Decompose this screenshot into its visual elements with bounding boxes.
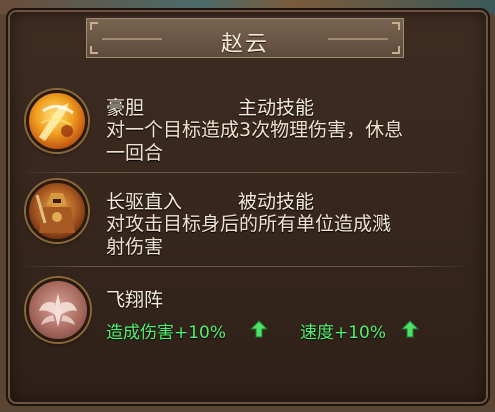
skill-name: 长驱直入 (106, 191, 183, 213)
skill-description-line: 对一个目标造成3次物理伤害，休息 (106, 119, 404, 141)
formation-name: 飞翔阵 (106, 289, 164, 311)
skill-description: 对攻击目标身后的所有单位造成溅 射伤害 (106, 213, 458, 259)
skill-name: 豪胆 (106, 97, 145, 119)
sword-slash-icon[interactable] (26, 90, 88, 152)
skill-description-line: 射伤害 (106, 236, 164, 258)
skill-type: 被动技能 (238, 191, 315, 213)
divider (18, 172, 470, 173)
skill-description-line: 对攻击目标身后的所有单位造成溅 (106, 213, 392, 235)
armored-warrior-icon[interactable] (26, 180, 88, 242)
title-plate: 赵云 (84, 16, 406, 60)
bonus-damage: 造成伤害+10% (106, 323, 227, 343)
skill-type: 主动技能 (238, 97, 315, 119)
up-arrow-icon (400, 320, 420, 342)
up-arrow-icon (249, 320, 269, 342)
skill-description: 对一个目标造成3次物理伤害，休息 一回合 (106, 119, 458, 165)
skill-description-line: 一回合 (106, 142, 164, 164)
divider (18, 266, 470, 267)
hero-name: 赵云 (220, 32, 269, 57)
bonus-speed: 速度+10% (300, 323, 387, 343)
wings-emblem-icon[interactable] (26, 278, 90, 342)
